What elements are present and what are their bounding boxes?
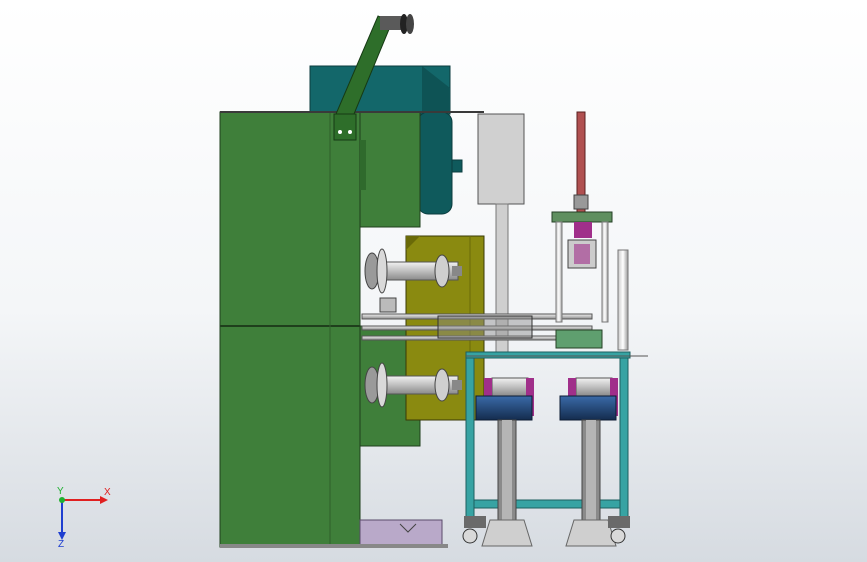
x-axis-label: X (104, 487, 111, 498)
orientation-triad: X Y Z (57, 486, 111, 548)
y-axis-label: Y (57, 486, 64, 497)
cad-viewport[interactable]: X Y Z (0, 0, 867, 562)
machine-model[interactable] (0, 0, 867, 562)
table-frame (465, 351, 648, 519)
y-axis-dot (59, 497, 65, 503)
z-axis-label: Z (58, 539, 64, 548)
